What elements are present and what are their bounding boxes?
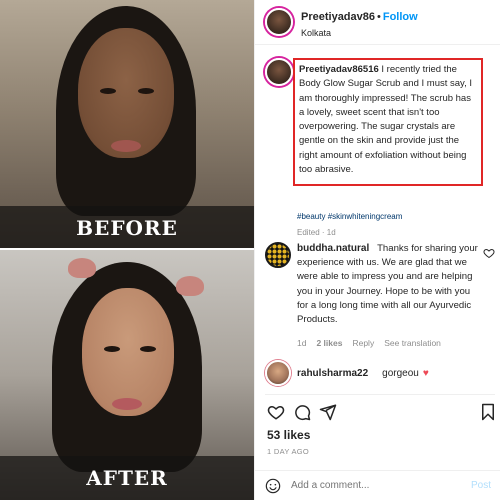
caption-body: I recently tried the Body Glow Sugar Scr… [299, 64, 473, 176]
after-label: AFTER [86, 466, 168, 490]
separator-dot: • [377, 10, 381, 23]
before-label-band: BEFORE [0, 206, 254, 250]
face [82, 288, 174, 416]
reply-button[interactable]: Reply [352, 338, 374, 348]
hair-bow [68, 258, 96, 278]
comment-meta: 1d 2 likes Reply See translation [297, 338, 441, 348]
after-photo: AFTER [0, 250, 254, 500]
caption-avatar[interactable] [265, 58, 293, 86]
heart-emoji: ♥ [422, 367, 429, 379]
follow-button[interactable]: Follow [383, 11, 418, 23]
comment-input[interactable] [291, 480, 461, 491]
author-avatar[interactable] [265, 8, 293, 36]
comment-text: gorgeou [382, 367, 419, 379]
bookmark-icon[interactable] [479, 403, 497, 421]
caption-username[interactable]: Preetiyadav86516 [299, 64, 379, 75]
action-bar [265, 394, 495, 424]
edited-label: Edited · 1d [297, 228, 336, 237]
lips [111, 140, 141, 152]
lips [112, 398, 142, 410]
comment-item: rahulsharma22 gorgeou ♥ [265, 360, 429, 386]
caption-row [265, 58, 293, 86]
eye [100, 88, 116, 94]
comment-body: rahulsharma22 gorgeou ♥ [297, 368, 429, 379]
comment-body: buddha.natural Thanks for sharing your e… [297, 242, 483, 327]
comment-likes[interactable]: 2 likes [316, 338, 342, 348]
before-label: BEFORE [76, 216, 178, 240]
see-translation-link[interactable]: See translation [384, 338, 441, 348]
like-comment-heart-icon[interactable] [483, 247, 495, 259]
commenter-username[interactable]: buddha.natural [297, 243, 369, 254]
post-date: 1 DAY AGO [267, 447, 310, 456]
hair-bow [176, 276, 204, 296]
eye [138, 88, 154, 94]
face [78, 28, 174, 158]
likes-count[interactable]: 53 likes [267, 428, 310, 442]
eye [140, 346, 156, 352]
commenter-username[interactable]: rahulsharma22 [297, 368, 368, 379]
commenter-avatar[interactable] [265, 360, 291, 386]
post-comment-button[interactable]: Post [471, 480, 491, 491]
post-header: Preetiyadav86 • Follow Kolkata [255, 0, 500, 45]
eye [104, 346, 120, 352]
commenter-avatar[interactable] [265, 242, 291, 268]
hashtags[interactable]: #beauty #skinwhiteningcream [297, 212, 402, 221]
post-media[interactable]: BEFORE AFTER [0, 0, 254, 500]
after-label-band: AFTER [0, 456, 254, 500]
comment-text: Thanks for sharing your experience with … [297, 243, 478, 326]
author-username[interactable]: Preetiyadav86 [301, 11, 375, 23]
caption-highlight-box: Preetiyadav86516 I recently tried the Bo… [293, 58, 483, 186]
location-link[interactable]: Kolkata [301, 28, 418, 39]
before-photo: BEFORE [0, 0, 254, 250]
like-heart-icon[interactable] [267, 403, 285, 421]
add-comment-bar: Post [255, 470, 500, 500]
comment-bubble-icon[interactable] [293, 403, 311, 421]
emoji-smile-icon[interactable] [265, 478, 281, 494]
comment-item: buddha.natural Thanks for sharing your e… [265, 242, 483, 327]
caption-text: Preetiyadav86516 I recently tried the Bo… [299, 63, 477, 177]
share-paper-plane-icon[interactable] [319, 403, 337, 421]
author-info: Preetiyadav86 • Follow Kolkata [301, 6, 418, 39]
post-panel: Preetiyadav86 • Follow Kolkata Preetiyadav… [254, 0, 500, 500]
comment-age: 1d [297, 338, 307, 348]
